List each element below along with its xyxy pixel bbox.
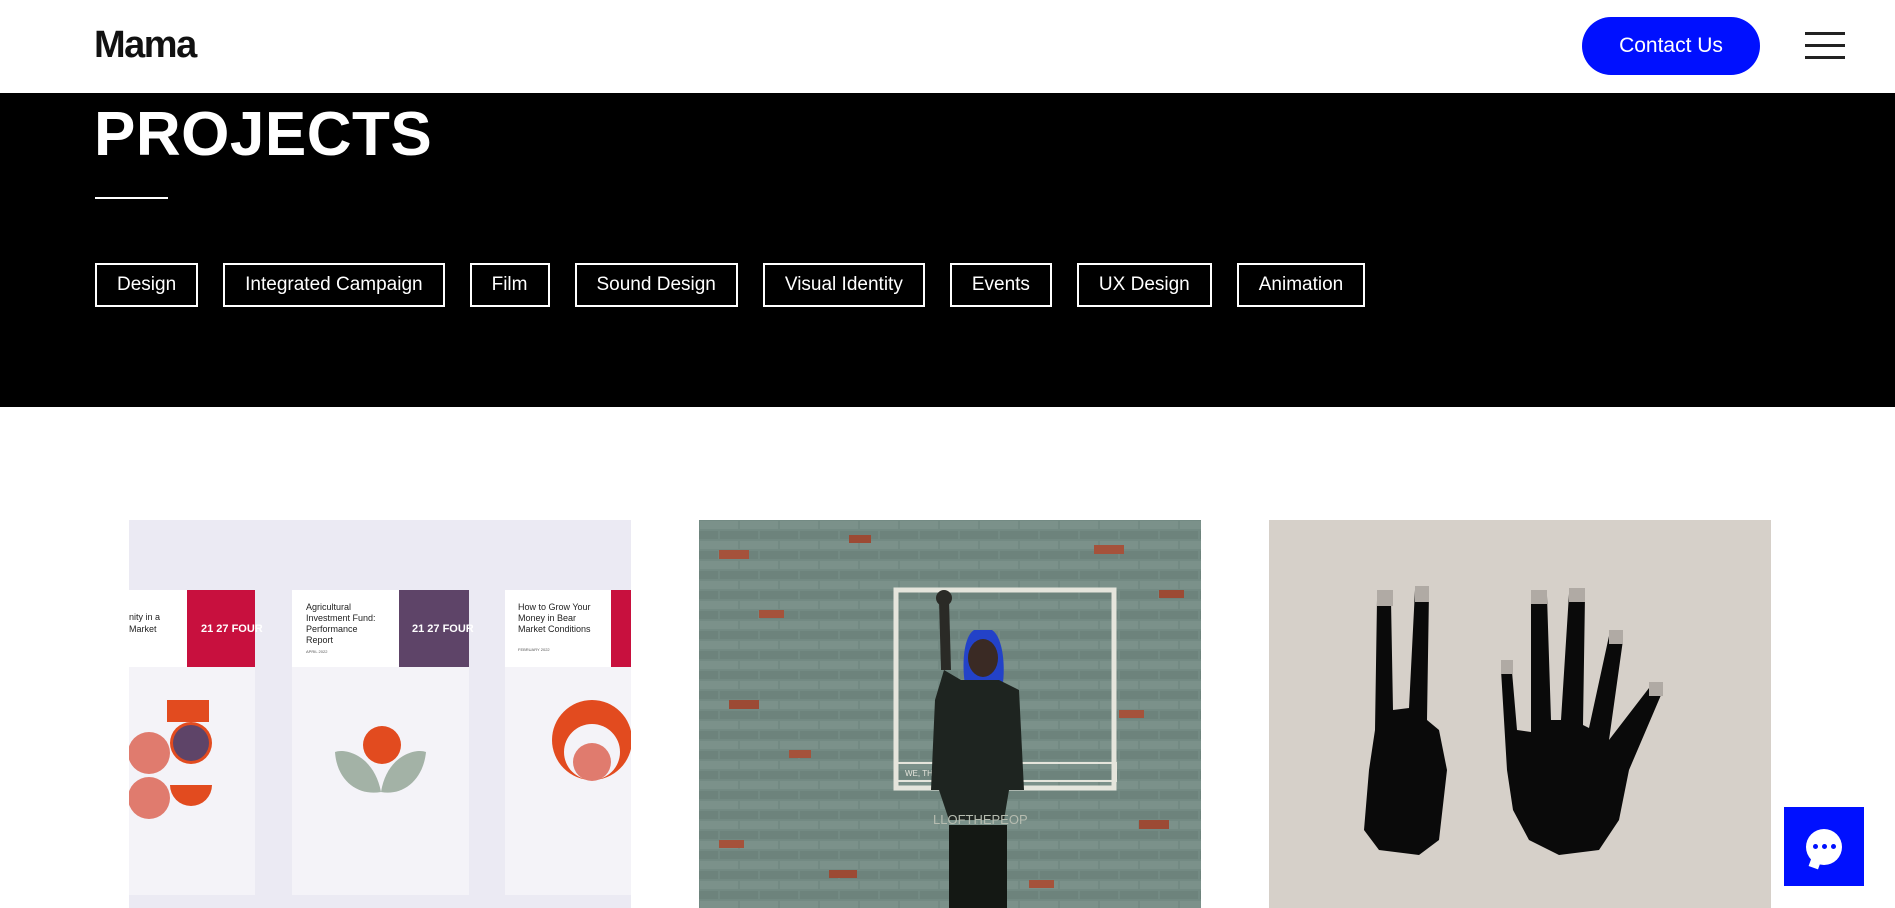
book1-title-line2: Market xyxy=(129,624,157,634)
contact-us-button[interactable]: Contact Us xyxy=(1582,17,1760,75)
book3-title-line1: How to Grow Your xyxy=(518,602,591,612)
hands-artwork-image xyxy=(1364,586,1663,855)
shirt-text: LLOFTHEPEOP xyxy=(933,812,1028,827)
book3-title-line3: Market Conditions xyxy=(518,624,591,634)
tag-integrated-campaign[interactable]: Integrated Campaign xyxy=(223,263,445,307)
book2-date: APRIL 2022 xyxy=(306,649,328,654)
report-covers-image: nity in a Market 21 27 FOUR Agricultural… xyxy=(129,590,631,895)
site-header: Mama Contact Us xyxy=(0,0,1895,93)
book3-date: FEBRUARY 2022 xyxy=(518,647,550,652)
book2-title-line2: Investment Fund: xyxy=(306,613,376,623)
hamburger-menu-icon[interactable] xyxy=(1805,32,1845,60)
tag-film[interactable]: Film xyxy=(469,263,550,307)
activist-photo-image: WE, THE PE LLOFTHEPEOP xyxy=(699,520,1201,908)
book2-title-line3: Performance xyxy=(306,624,358,634)
tag-animation[interactable]: Animation xyxy=(1236,263,1366,307)
tag-visual-identity[interactable]: Visual Identity xyxy=(762,263,925,307)
tag-sound-design[interactable]: Sound Design xyxy=(574,263,738,307)
page-title: PROJECTS xyxy=(94,100,433,169)
tag-events[interactable]: Events xyxy=(949,263,1052,307)
title-divider xyxy=(95,197,168,199)
book2-brand: 21 27 FOUR xyxy=(412,623,474,635)
project-card-hands[interactable] xyxy=(1269,520,1771,908)
category-filter-list: Design Integrated Campaign Film Sound De… xyxy=(95,263,1366,307)
project-card-reports[interactable]: nity in a Market 21 27 FOUR Agricultural… xyxy=(129,520,631,908)
chat-bubble-icon xyxy=(1806,828,1842,865)
site-logo[interactable]: Mama xyxy=(94,24,197,67)
book2-title-line1: Agricultural xyxy=(306,602,351,612)
projects-hero: PROJECTS Design Integrated Campaign Film… xyxy=(0,93,1895,407)
tag-design[interactable]: Design xyxy=(95,263,199,307)
project-card-activist[interactable]: WE, THE PE LLOFTHEPEOP xyxy=(699,520,1201,908)
book2-title-line4: Report xyxy=(306,635,334,645)
tag-ux-design[interactable]: UX Design xyxy=(1076,263,1212,307)
book1-title-line1: nity in a xyxy=(129,612,160,622)
book3-title-line2: Money in Bear xyxy=(518,613,576,623)
chat-widget-button[interactable] xyxy=(1784,807,1864,886)
book1-brand: 21 27 FOUR xyxy=(201,623,263,635)
